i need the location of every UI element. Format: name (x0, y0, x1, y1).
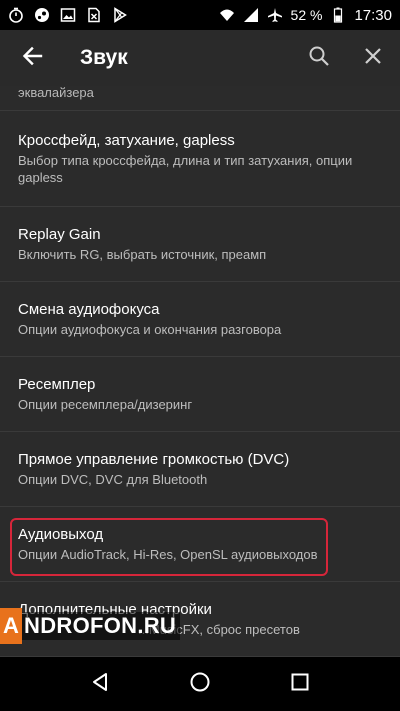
list-item-title: Смена аудиофокуса (18, 300, 160, 318)
image-icon (60, 7, 76, 23)
wifi-icon (219, 7, 235, 23)
list-item-subtitle: Опции аудиофокуса и окончания разговора (18, 321, 282, 337)
app-bar: Звук (0, 30, 400, 86)
setting-audio-focus[interactable]: Смена аудиофокуса Опции аудиофокуса и ок… (0, 282, 400, 357)
list-item-title: Прямое управление громкостью (DVC) (18, 450, 290, 468)
signal-icon (243, 7, 259, 23)
clock: 17:30 (354, 6, 392, 24)
arrow-back-icon (21, 45, 43, 72)
timer-icon (8, 7, 24, 23)
search-button[interactable] (292, 30, 346, 86)
setting-dvc[interactable]: Прямое управление громкостью (DVC) Опции… (0, 432, 400, 507)
nav-back-triangle-icon (89, 671, 111, 698)
nav-back-button[interactable] (80, 664, 120, 704)
steam-icon (34, 7, 50, 23)
airplane-icon (267, 7, 283, 23)
sim-card-icon (86, 7, 102, 23)
list-item-subtitle: эквалайзера (18, 86, 94, 100)
list-item-subtitle: Включить RG, выбрать источник, преамп (18, 246, 267, 262)
page-title: Звук (80, 46, 128, 69)
watermark-text: NDROFON.RU (22, 612, 181, 640)
close-icon (363, 46, 383, 71)
status-bar: 52 % 17:30 (0, 0, 400, 30)
status-left-icons (8, 7, 128, 23)
nav-home-circle-icon (189, 671, 211, 698)
list-item-subtitle: Выбор типа кроссфейда, длина и тип затух… (18, 152, 353, 185)
list-item-subtitle: Опции DVC, DVC для Bluetooth (18, 471, 208, 487)
watermark-badge: A (0, 608, 22, 644)
battery-percent: 52 % (290, 7, 323, 23)
close-button[interactable] (346, 30, 400, 86)
list-item-title: Ресемплер (18, 375, 96, 393)
nav-home-button[interactable] (180, 664, 220, 704)
setting-resampler[interactable]: Ресемплер Опции ресемплера/дизеринг (0, 357, 400, 432)
list-item-title: Кроссфейд, затухание, gapless (18, 131, 235, 149)
back-button[interactable] (0, 30, 64, 86)
status-right: 52 % 17:30 (219, 7, 392, 24)
setting-replay-gain[interactable]: Replay Gain Включить RG, выбрать источни… (0, 207, 400, 282)
list-item-subtitle: Опции ресемплера/дизеринг (18, 396, 193, 412)
list-item-title: Replay Gain (18, 225, 101, 243)
setting-crossfade[interactable]: Кроссфейд, затухание, gapless Выбор типа… (0, 111, 400, 207)
highlight-frame (10, 518, 328, 576)
list-item-partial[interactable]: эквалайзера (0, 86, 400, 111)
navigation-bar (0, 657, 400, 711)
settings-list: эквалайзера Кроссфейд, затухание, gaples… (0, 86, 400, 657)
playstore-icon (112, 7, 128, 23)
search-icon (308, 45, 330, 72)
battery-icon (330, 7, 346, 23)
nav-recents-button[interactable] (280, 664, 320, 704)
nav-recents-square-icon (290, 672, 310, 697)
watermark-logo: A NDROFON.RU (0, 608, 181, 644)
